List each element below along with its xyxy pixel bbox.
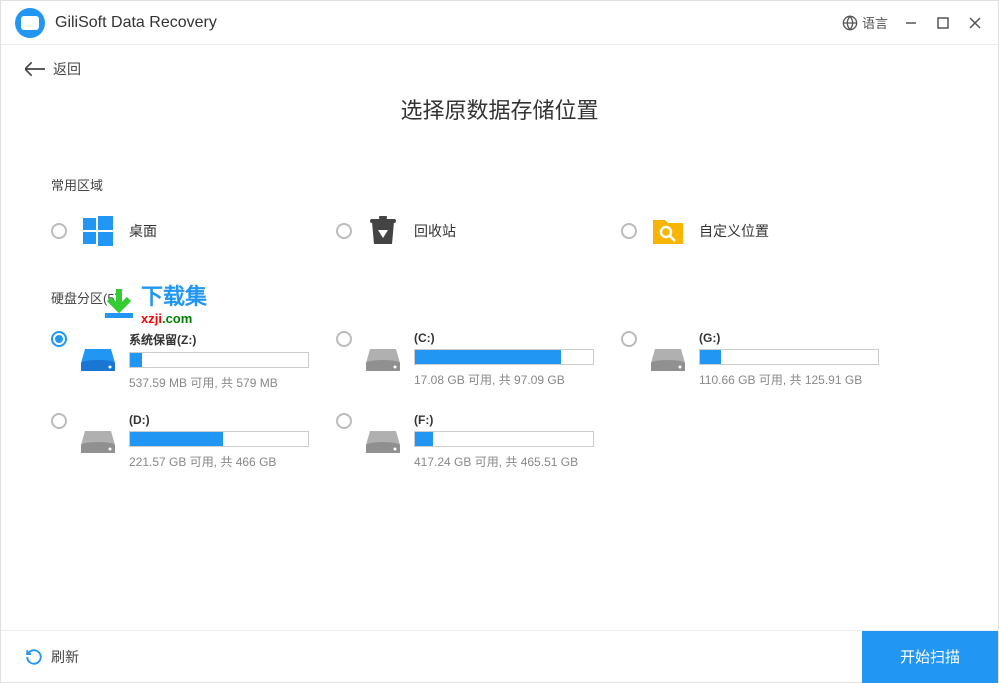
titlebar: GiliSoft Data Recovery 语言 — [1, 1, 998, 45]
drive-icon — [366, 347, 400, 373]
radio-icon — [336, 331, 352, 347]
page-title: 选择原数据存储位置 — [1, 93, 998, 125]
footer: 刷新 开始扫描 — [1, 630, 998, 682]
option-custom[interactable]: 自定义位置 — [621, 214, 906, 248]
close-button[interactable] — [966, 14, 984, 32]
radio-icon — [51, 413, 67, 429]
drive-stats: 110.66 GB 可用, 共 125.91 GB — [699, 371, 906, 388]
option-desktop[interactable]: 桌面 — [51, 214, 336, 248]
drive-item[interactable]: (F:) 417.24 GB 可用, 共 465.51 GB — [336, 413, 621, 470]
arrow-left-icon — [25, 61, 45, 77]
radio-icon — [621, 331, 637, 347]
drive-icon — [81, 429, 115, 455]
drive-stats: 221.57 GB 可用, 共 466 GB — [129, 453, 336, 470]
app-logo-icon — [15, 8, 45, 38]
drive-usage-bar — [414, 431, 594, 447]
drive-item[interactable]: (D:) 221.57 GB 可用, 共 466 GB — [51, 413, 336, 470]
refresh-label: 刷新 — [51, 647, 79, 667]
back-label: 返回 — [53, 59, 81, 79]
radio-icon — [336, 223, 352, 239]
drive-label: 系统保留(Z:) — [129, 331, 336, 348]
option-recycle[interactable]: 回收站 — [336, 214, 621, 248]
language-button[interactable]: 语言 — [842, 13, 888, 32]
windows-icon — [81, 214, 115, 248]
drive-stats: 537.59 MB 可用, 共 579 MB — [129, 374, 336, 391]
scan-button[interactable]: 开始扫描 — [862, 631, 998, 683]
drive-label: (D:) — [129, 413, 336, 427]
drive-icon — [651, 347, 685, 373]
radio-icon — [51, 223, 67, 239]
option-label: 回收站 — [414, 221, 456, 241]
refresh-button[interactable]: 刷新 — [25, 647, 79, 667]
minimize-button[interactable] — [902, 14, 920, 32]
drive-usage-bar — [129, 352, 309, 368]
drive-item[interactable]: (C:) 17.08 GB 可用, 共 97.09 GB — [336, 331, 621, 391]
drive-stats: 17.08 GB 可用, 共 97.09 GB — [414, 371, 621, 388]
drive-item[interactable]: (G:) 110.66 GB 可用, 共 125.91 GB — [621, 331, 906, 391]
drive-stats: 417.24 GB 可用, 共 465.51 GB — [414, 453, 621, 470]
app-title: GiliSoft Data Recovery — [55, 14, 217, 32]
section-partitions-title: 硬盘分区(5) — [51, 288, 948, 307]
drive-label: (C:) — [414, 331, 621, 345]
drive-label: (F:) — [414, 413, 621, 427]
drive-usage-bar — [414, 349, 594, 365]
refresh-icon — [25, 648, 43, 666]
trash-icon — [366, 214, 400, 248]
drive-usage-bar — [699, 349, 879, 365]
drive-item[interactable]: 系统保留(Z:) 537.59 MB 可用, 共 579 MB — [51, 331, 336, 391]
radio-icon — [621, 223, 637, 239]
drive-usage-bar — [129, 431, 309, 447]
drive-label: (G:) — [699, 331, 906, 345]
section-common-title: 常用区域 — [51, 175, 948, 194]
folder-search-icon — [651, 214, 685, 248]
radio-icon — [51, 331, 67, 347]
drive-icon — [81, 347, 115, 373]
language-label: 语言 — [862, 13, 888, 32]
option-label: 桌面 — [129, 221, 157, 241]
maximize-button[interactable] — [934, 14, 952, 32]
globe-icon — [842, 15, 858, 31]
back-button[interactable]: 返回 — [1, 45, 105, 79]
scan-label: 开始扫描 — [900, 646, 960, 667]
option-label: 自定义位置 — [699, 221, 769, 241]
radio-icon — [336, 413, 352, 429]
drive-icon — [366, 429, 400, 455]
